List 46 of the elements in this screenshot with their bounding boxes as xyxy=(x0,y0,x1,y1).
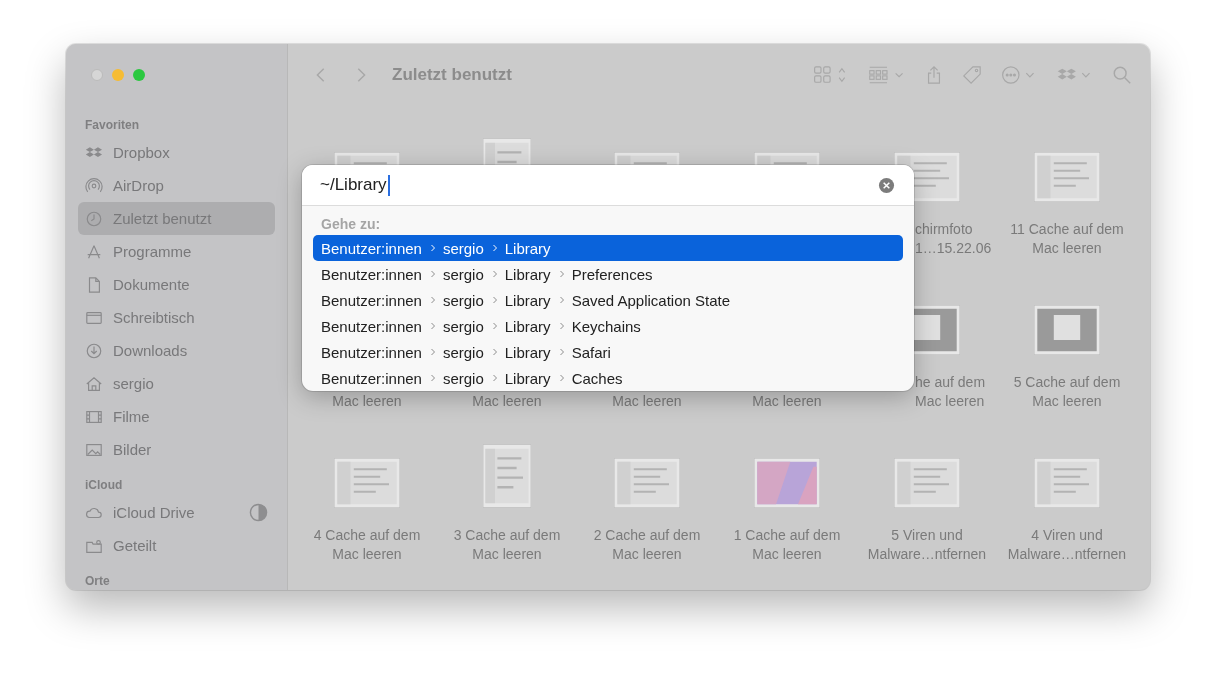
sidebar-item[interactable]: Schreibtisch xyxy=(78,301,275,334)
sidebar-item[interactable]: sergio xyxy=(78,367,275,400)
sidebar-item[interactable]: iCloud Drive xyxy=(78,496,275,529)
file-name: Mac leeren xyxy=(1032,392,1102,411)
path-suggestion[interactable]: Benutzer:innen sergio Library Preferences xyxy=(313,261,903,287)
sidebar-item[interactable]: Dokumente xyxy=(78,268,275,301)
file-name: 4 Viren und xyxy=(1031,526,1103,545)
sidebar-item[interactable]: Bilder xyxy=(78,433,275,466)
path-suggestion[interactable]: Benutzer:innen sergio Library Keychains xyxy=(313,313,903,339)
sidebar-item[interactable]: AirDrop xyxy=(78,169,275,202)
file-name: Mac leeren xyxy=(915,392,985,411)
path-suggestion[interactable]: Benutzer:innen sergio Library Caches xyxy=(313,365,903,391)
file-name: 3 Cache auf dem xyxy=(453,526,561,545)
file-name: 4 Cache auf dem xyxy=(313,526,421,545)
sidebar-section-header: Favoriten xyxy=(84,117,140,134)
sidebar-section-header: iCloud xyxy=(84,477,124,494)
file-name: 1 Cache auf dem xyxy=(733,526,841,545)
file-name: Mac leeren xyxy=(612,545,682,564)
sidebar-item[interactable]: Filme xyxy=(78,400,275,433)
path-suggestion[interactable]: Benutzer:innen sergio Library Saved Application State xyxy=(313,287,903,313)
file-name: chirmfoto xyxy=(915,220,973,239)
sidebar-item[interactable]: Dropbox xyxy=(78,136,275,169)
sidebar-item[interactable]: Programme xyxy=(78,235,275,268)
file-name: 2 Cache auf dem xyxy=(593,526,701,545)
file-name: 11 Cache auf dem xyxy=(1010,220,1124,239)
file-name: Mac leeren xyxy=(332,545,402,564)
path-suggestion[interactable]: Benutzer:innen sergio Library Safari xyxy=(313,339,903,365)
file-name: Mac leeren xyxy=(1032,239,1102,258)
file-name: 5 Viren und xyxy=(891,526,963,545)
sidebar-section-header: Orte xyxy=(84,573,111,590)
file-name: Mac leeren xyxy=(472,392,542,411)
path-suggestion[interactable]: Benutzer:innen sergio Library xyxy=(313,235,903,261)
file-name: Malware…ntfernen xyxy=(1007,545,1127,564)
sidebar-item[interactable]: Geteilt xyxy=(78,529,275,562)
file-name: Mac leeren xyxy=(612,392,682,411)
file-name: Mac leeren xyxy=(332,392,402,411)
file-name: 1…15.22.06 xyxy=(915,239,992,258)
window-title: Zuletzt benutzt xyxy=(392,65,512,85)
section-label: Gehe zu: xyxy=(320,215,382,234)
file-name: Mac leeren xyxy=(752,392,822,411)
file-name: Malware…ntfernen xyxy=(867,545,987,564)
file-name: he auf dem xyxy=(915,373,986,392)
sidebar-item[interactable]: Downloads xyxy=(78,334,275,367)
file-name: Mac leeren xyxy=(752,545,822,564)
file-name: 5 Cache auf dem xyxy=(1013,373,1121,392)
file-name: Mac leeren xyxy=(472,545,542,564)
